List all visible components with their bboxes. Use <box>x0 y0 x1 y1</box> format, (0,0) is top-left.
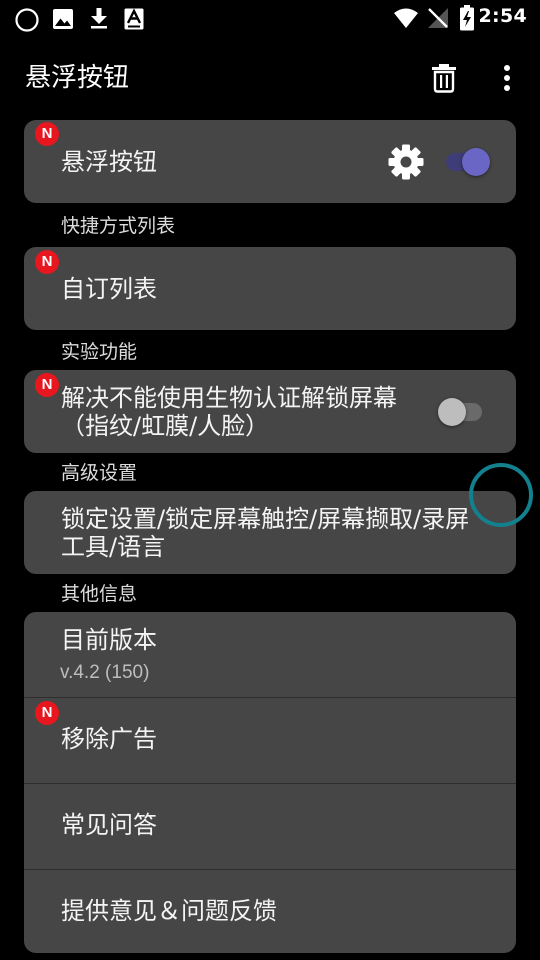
feedback-row[interactable]: 提供意见＆问题反馈 <box>24 870 516 953</box>
new-badge: N <box>35 250 59 274</box>
faq-label: 常见问答 <box>61 811 157 839</box>
version-value: v.4.2 (150) <box>60 662 150 683</box>
app-bar: 悬浮按钮 <box>0 38 540 118</box>
custom-list-card[interactable]: N 自订列表 <box>24 247 516 330</box>
feedback-label: 提供意见＆问题反馈 <box>61 897 277 925</box>
trash-icon[interactable] <box>430 63 458 93</box>
remove-ads-label: 移除广告 <box>61 725 157 753</box>
advanced-settings-card[interactable]: 锁定设置/锁定屏幕触控/屏幕撷取/录屏工具/语言 <box>24 491 516 574</box>
floating-button-overlay[interactable] <box>469 463 533 527</box>
signal-off-icon <box>428 8 448 28</box>
floating-button-toggle[interactable] <box>444 146 492 178</box>
battery-charging-icon <box>460 5 474 31</box>
section-advanced: 高级设置 <box>61 462 138 484</box>
floating-button-label: 悬浮按钮 <box>61 148 157 176</box>
version-label: 目前版本 <box>61 626 157 654</box>
faq-row[interactable]: 常见问答 <box>24 784 516 869</box>
biometric-fix-card[interactable]: N 解决不能使用生物认证解锁屏幕（指纹/虹膜/人脸） <box>24 370 516 453</box>
new-badge: N <box>35 373 59 397</box>
new-badge: N <box>35 122 59 146</box>
toggle-thumb <box>438 398 466 426</box>
circle-icon <box>15 8 39 32</box>
section-other: 其他信息 <box>61 583 138 605</box>
more-vert-icon[interactable] <box>499 64 515 92</box>
section-experimental: 实验功能 <box>61 341 138 363</box>
gear-icon[interactable] <box>387 143 425 181</box>
toggle-thumb <box>462 148 490 176</box>
page-title: 悬浮按钮 <box>25 63 130 93</box>
biometric-fix-toggle[interactable] <box>436 396 486 428</box>
section-shortcuts: 快捷方式列表 <box>61 215 176 237</box>
remove-ads-row[interactable]: N 移除广告 <box>24 698 516 783</box>
other-info-card: 目前版本 v.4.2 (150) N 移除广告 常见问答 提供意见＆问题反馈 <box>24 612 516 953</box>
advanced-settings-label: 锁定设置/锁定屏幕触控/屏幕撷取/录屏工具/语言 <box>61 505 470 561</box>
new-badge: N <box>35 701 59 725</box>
floating-button-card[interactable]: N 悬浮按钮 <box>24 120 516 203</box>
download-icon <box>91 8 107 29</box>
biometric-fix-label: 解决不能使用生物认证解锁屏幕（指纹/虹膜/人脸） <box>61 384 397 440</box>
status-bar: 2:54 <box>0 0 540 38</box>
wifi-icon <box>394 8 418 28</box>
version-row[interactable]: 目前版本 v.4.2 (150) <box>24 612 516 697</box>
image-icon <box>53 9 73 29</box>
custom-list-label: 自订列表 <box>61 275 157 303</box>
status-time: 2:54 <box>478 5 527 27</box>
text-a-icon <box>124 8 144 30</box>
